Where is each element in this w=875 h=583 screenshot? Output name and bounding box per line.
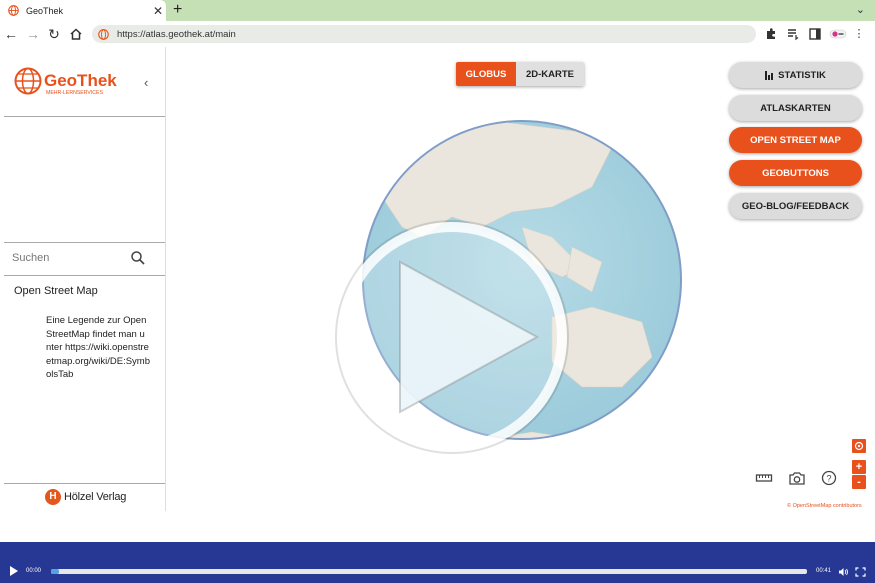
- ruler-icon[interactable]: [755, 470, 773, 486]
- total-time: 00:41: [816, 568, 832, 574]
- forward-arrow-icon[interactable]: →: [25, 26, 41, 42]
- reading-list-icon[interactable]: [786, 27, 800, 41]
- side-panel-icon[interactable]: [808, 27, 822, 41]
- logo-subtitle: MEHR-LERNSERVICES: [46, 90, 104, 96]
- logo-text: GeoThek: [44, 71, 117, 90]
- help-icon[interactable]: ?: [820, 470, 838, 486]
- statistik-label: STATISTIK: [778, 69, 826, 81]
- volume-icon[interactable]: [838, 567, 849, 577]
- open-street-map-button[interactable]: OPEN STREET MAP: [729, 127, 862, 153]
- divider: [4, 116, 165, 117]
- divider: [4, 242, 165, 243]
- tab-search-chevron-icon[interactable]: ⌄: [856, 3, 865, 16]
- video-progress-fill: [51, 569, 59, 574]
- app-area: GeoThek MEHR-LERNSERVICES ‹ Open Street …: [0, 47, 875, 542]
- geothek-logo[interactable]: GeoThek MEHR-LERNSERVICES: [14, 67, 134, 99]
- geobuttons-label: GEOBUTTONS: [762, 167, 829, 179]
- section-title: Open Street Map: [14, 285, 98, 297]
- location-icon[interactable]: [852, 439, 866, 453]
- browser-menu-icon[interactable]: ⋮: [852, 27, 866, 41]
- globe-favicon-icon: [8, 5, 19, 16]
- map-attribution[interactable]: © OpenStreetMap contributors: [787, 503, 862, 509]
- open-street-map-label: OPEN STREET MAP: [750, 134, 841, 146]
- address-bar[interactable]: https://atlas.geothek.at/main: [92, 25, 756, 43]
- divider: [4, 483, 165, 484]
- zoom-in-button[interactable]: +: [852, 460, 866, 474]
- search-input[interactable]: [12, 248, 122, 268]
- home-icon[interactable]: [68, 26, 84, 42]
- atlaskarten-label: ATLASKARTEN: [760, 102, 831, 114]
- video-progress-bar[interactable]: [51, 569, 807, 574]
- view-toggle: GLOBUS 2D-KARTE: [456, 62, 584, 86]
- hoelzel-h-icon: H: [45, 489, 61, 505]
- collapse-sidebar-chevron-icon[interactable]: ‹: [144, 75, 148, 90]
- bar-chart-icon: [765, 70, 774, 80]
- 2d-karte-toggle-button[interactable]: 2D-KARTE: [516, 62, 584, 86]
- globus-toggle-button[interactable]: GLOBUS: [456, 62, 516, 86]
- geo-blog-feedback-button[interactable]: GEO-BLOG/FEEDBACK: [729, 193, 862, 219]
- statistik-button[interactable]: STATISTIK: [729, 62, 862, 88]
- legend-description: Eine Legende zur OpenStreetMap findet ma…: [46, 315, 151, 380]
- publisher-logo[interactable]: H Hölzel Verlag: [45, 489, 126, 505]
- new-tab-button[interactable]: +: [173, 1, 182, 19]
- current-time: 00:00: [26, 568, 42, 574]
- browser-tab-title: GeoThek: [26, 5, 64, 16]
- video-play-overlay-icon[interactable]: [332, 217, 572, 457]
- svg-text:?: ?: [826, 474, 831, 484]
- divider: [4, 275, 165, 276]
- publisher-name: Hölzel Verlag: [64, 491, 127, 503]
- site-globe-icon: [98, 28, 109, 40]
- search-icon[interactable]: [130, 250, 146, 266]
- fullscreen-icon[interactable]: [855, 567, 866, 577]
- browser-toolbar: ← → ↻ https://atlas.geothek.at/main ⋮: [0, 21, 875, 47]
- browser-tab[interactable]: GeoThek ✕: [0, 0, 166, 21]
- tab-close-icon[interactable]: ✕: [150, 4, 166, 18]
- back-arrow-icon[interactable]: ←: [3, 26, 19, 42]
- profile-avatar-icon[interactable]: [829, 27, 847, 41]
- extensions-puzzle-icon[interactable]: [764, 27, 778, 41]
- browser-tab-bar: GeoThek ✕ + ⌄: [0, 0, 875, 21]
- geo-blog-feedback-label: GEO-BLOG/FEEDBACK: [741, 200, 850, 212]
- camera-icon[interactable]: [788, 470, 806, 486]
- sidebar: GeoThek MEHR-LERNSERVICES ‹ Open Street …: [0, 47, 166, 511]
- zoom-out-button[interactable]: -: [852, 475, 866, 489]
- atlaskarten-button[interactable]: ATLASKARTEN: [729, 95, 862, 121]
- geobuttons-button[interactable]: GEOBUTTONS: [729, 160, 862, 186]
- video-control-bar: 00:00 00:41: [0, 542, 875, 583]
- video-play-icon[interactable]: [10, 566, 18, 576]
- url-text: https://atlas.geothek.at/main: [117, 28, 236, 40]
- reload-icon[interactable]: ↻: [46, 26, 62, 42]
